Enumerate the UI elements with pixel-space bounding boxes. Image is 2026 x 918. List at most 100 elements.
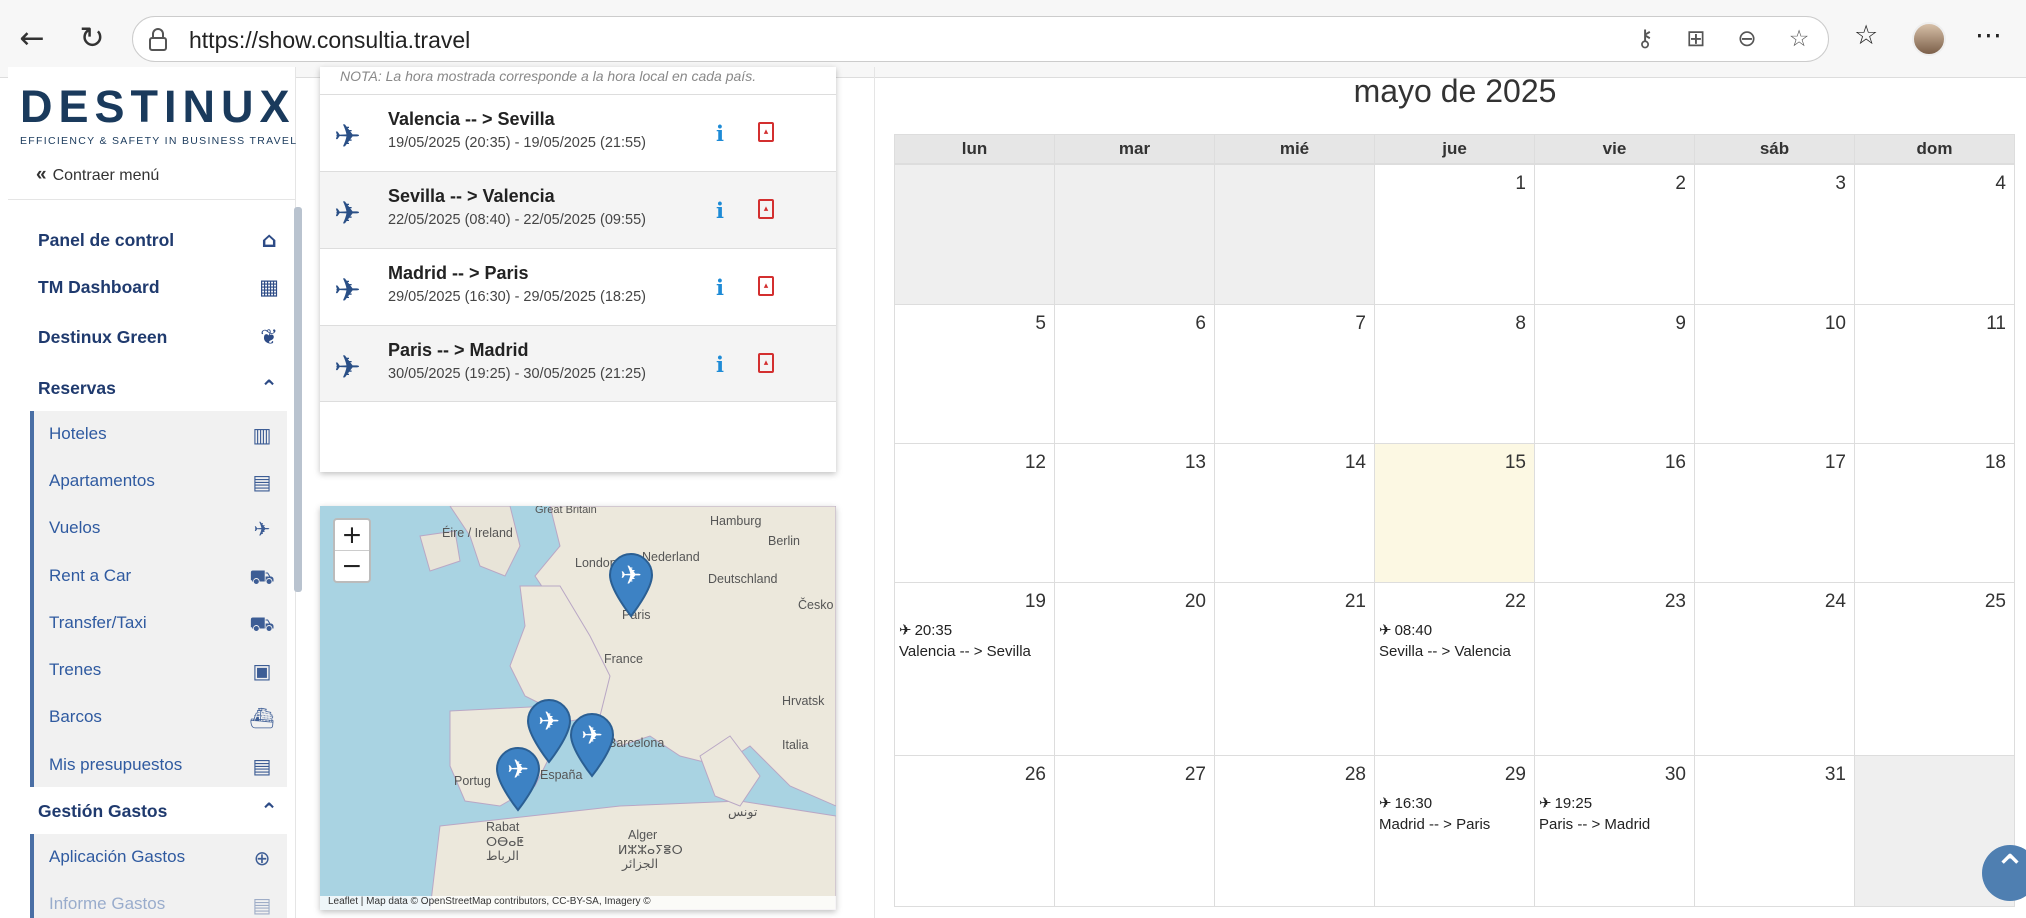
info-icon[interactable]: i — [716, 275, 724, 300]
calendar-day[interactable]: 8 — [1374, 304, 1535, 444]
calendar-day[interactable]: 18 — [1854, 443, 2015, 583]
sidebar-item-panel-de-control[interactable]: Panel de control ⌂ — [38, 220, 283, 260]
calendar-day[interactable] — [894, 164, 1055, 305]
calendar-event[interactable]: ✈ 08:40 — [1379, 621, 1432, 639]
event-title[interactable]: Madrid -- > Paris — [1379, 816, 1490, 833]
event-title[interactable]: Sevilla -- > Valencia — [1379, 643, 1511, 660]
sidebar-item-label: Panel de control — [38, 229, 175, 250]
sidebar-scrollbar[interactable] — [294, 207, 302, 592]
calendar-day[interactable]: 29 ✈ 16:30 Madrid -- > Paris — [1374, 755, 1535, 907]
flight-row[interactable]: ✈ Paris -- > Madrid 30/05/2025 (19:25) -… — [320, 325, 836, 402]
flight-dates: 22/05/2025 (08:40) - 22/05/2025 (09:55) — [388, 212, 646, 228]
calendar-day[interactable]: 19 ✈ 20:35 Valencia -- > Sevilla — [894, 582, 1055, 756]
collapse-menu-button[interactable]: « Contraer menú — [36, 164, 159, 186]
sidebar-item-destinux-green[interactable]: Destinux Green ❦ — [38, 317, 283, 357]
back-icon[interactable]: ← — [14, 20, 50, 56]
sidebar-item-informe-gastos[interactable]: Informe Gastos ▤ — [49, 884, 275, 918]
info-icon[interactable]: i — [716, 121, 724, 146]
calendar-day[interactable]: 26 — [894, 755, 1055, 907]
day-number: 29 — [1504, 764, 1526, 785]
trip-map[interactable]: + − Great Britain Hamburg Éire / Ireland… — [320, 506, 836, 910]
map-marker-sevilla[interactable]: ✈ — [495, 746, 541, 812]
calendar-day[interactable]: 12 — [894, 443, 1055, 583]
zoom-out-icon[interactable]: ⊖ — [1733, 26, 1761, 54]
calendar-day[interactable]: 17 — [1694, 443, 1855, 583]
calendar-day[interactable]: 10 — [1694, 304, 1855, 444]
sidebar-item-gestion-gastos[interactable]: Gestión Gastos ⌃ — [38, 791, 283, 831]
calendar-day[interactable]: 23 — [1534, 582, 1695, 756]
calendar-day[interactable]: 1 — [1374, 164, 1535, 305]
calendar-day[interactable]: 5 — [894, 304, 1055, 444]
calendar-day[interactable]: 20 — [1054, 582, 1215, 756]
calendar-day[interactable]: 28 — [1214, 755, 1375, 907]
weekday-header: jue — [1374, 134, 1535, 164]
calendar-event[interactable]: ✈ 16:30 — [1379, 794, 1432, 812]
flight-row[interactable]: ✈ Madrid -- > Paris 29/05/2025 (16:30) -… — [320, 248, 836, 325]
calendar-day[interactable]: 9 — [1534, 304, 1695, 444]
calendar-day[interactable]: 7 — [1214, 304, 1375, 444]
calendar-day[interactable]: 31 — [1694, 755, 1855, 907]
favorite-star-icon[interactable]: ☆ — [1785, 26, 1813, 54]
flight-dates: 30/05/2025 (19:25) - 30/05/2025 (21:25) — [388, 366, 646, 382]
plane-icon: ✈ — [1539, 794, 1552, 812]
sidebar-item-mis-presupuestos[interactable]: Mis presupuestos ▤ — [49, 745, 275, 785]
sidebar-item-tm-dashboard[interactable]: TM Dashboard ▦ — [38, 267, 283, 307]
zoom-out-button[interactable]: − — [335, 551, 369, 582]
calendar-event[interactable]: ✈ 19:25 — [1539, 794, 1592, 812]
calendar-day[interactable]: 22 ✈ 08:40 Sevilla -- > Valencia — [1374, 582, 1535, 756]
info-icon[interactable]: i — [716, 352, 724, 377]
calendar-day[interactable]: 2 — [1534, 164, 1695, 305]
map-marker-valencia[interactable]: ✈ — [569, 712, 615, 778]
calendar-day[interactable]: 11 — [1854, 304, 2015, 444]
destinux-logo[interactable]: DESTINUX EFFICIENCY & SAFETY IN BUSINESS… — [20, 81, 296, 151]
sidebar-item-hoteles[interactable]: Hoteles ▥ — [49, 414, 275, 454]
calendar-day[interactable]: 30 ✈ 19:25 Paris -- > Madrid — [1534, 755, 1695, 907]
sidebar-item-rent-a-car[interactable]: Rent a Car ⛟ — [49, 556, 275, 596]
more-options-icon[interactable]: ⋯ — [1975, 20, 2002, 51]
pdf-icon[interactable]: ▴ — [758, 276, 774, 296]
key-icon[interactable]: ⚷ — [1631, 26, 1659, 54]
calendar-event[interactable]: ✈ 20:35 — [899, 621, 952, 639]
calendar-day[interactable]: 6 — [1054, 304, 1215, 444]
info-icon[interactable]: i — [716, 198, 724, 223]
calendar-day[interactable]: 4 — [1854, 164, 2015, 305]
calendar-day[interactable] — [1214, 164, 1375, 305]
calendar-day[interactable] — [1054, 164, 1215, 305]
avatar[interactable] — [1912, 22, 1946, 56]
calendar-day[interactable]: 21 — [1214, 582, 1375, 756]
flight-row[interactable]: ✈ Valencia -- > Sevilla 19/05/2025 (20:3… — [320, 94, 836, 171]
calendar-day[interactable]: 3 — [1694, 164, 1855, 305]
day-number: 20 — [1184, 591, 1206, 612]
calendar-day[interactable]: 24 — [1694, 582, 1855, 756]
sidebar-item-transfer-taxi[interactable]: Transfer/Taxi ⛟ — [49, 603, 275, 643]
sidebar-item-vuelos[interactable]: Vuelos ✈ — [49, 508, 275, 548]
sidebar-item-trenes[interactable]: Trenes ▣ — [49, 650, 275, 690]
app-add-icon[interactable]: ⊞ — [1682, 26, 1710, 54]
sidebar-item-aplicacion-gastos[interactable]: Aplicación Gastos ⊕ — [49, 837, 275, 877]
calendar-day[interactable]: 27 — [1054, 755, 1215, 907]
flight-row[interactable]: ✈ Sevilla -- > Valencia 22/05/2025 (08:4… — [320, 171, 836, 248]
calendar-day[interactable]: 15 — [1374, 443, 1535, 583]
pdf-icon[interactable]: ▴ — [758, 199, 774, 219]
sidebar-item-barcos[interactable]: Barcos ⛴ — [49, 697, 275, 737]
calendar-title: mayo de 2025 — [1353, 73, 1557, 109]
calendar-day[interactable]: 25 — [1854, 582, 2015, 756]
pdf-icon[interactable]: ▴ — [758, 353, 774, 373]
zoom-in-button[interactable]: + — [335, 520, 369, 551]
event-title[interactable]: Paris -- > Madrid — [1539, 816, 1650, 833]
pdf-icon[interactable]: ▴ — [758, 122, 774, 142]
reload-icon[interactable]: ↻ — [74, 20, 110, 56]
sidebar-item-apartamentos[interactable]: Apartamentos ▤ — [49, 461, 275, 501]
calendar-day[interactable]: 14 — [1214, 443, 1375, 583]
sidebar-item-reservas[interactable]: Reservas ⌃ — [38, 368, 283, 408]
map-label: Hrvatsk — [782, 694, 825, 708]
address-bar[interactable]: https://show.consultia.travel ⚷ ⊞ ⊖ ☆ — [132, 16, 1829, 62]
calendar-day[interactable]: 13 — [1054, 443, 1215, 583]
favorites-icon[interactable]: ☆ — [1854, 20, 1878, 51]
event-title[interactable]: Valencia -- > Sevilla — [899, 643, 1031, 660]
sidebar-item-label: Trenes — [49, 660, 102, 679]
sidebar-item-label: Rent a Car — [49, 566, 132, 585]
day-number: 11 — [1986, 313, 2006, 334]
map-marker-paris[interactable]: ✈ — [608, 552, 654, 618]
calendar-day[interactable]: 16 — [1534, 443, 1695, 583]
